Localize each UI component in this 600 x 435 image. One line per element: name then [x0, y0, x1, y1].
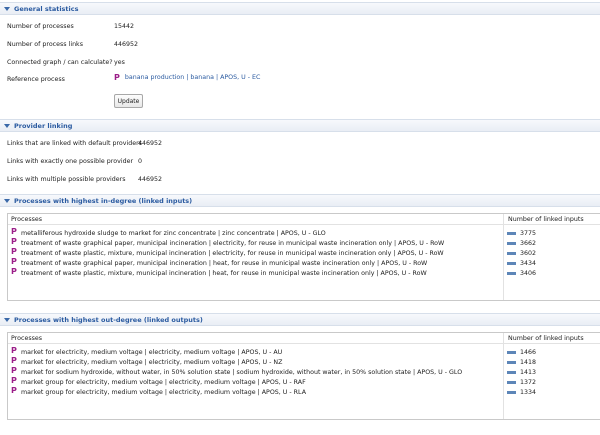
- table-row[interactable]: P market for electricity, medium voltage…: [8, 346, 600, 357]
- reference-process-name[interactable]: banana production | banana | APOS, U - E…: [125, 74, 261, 81]
- count-value: 1418: [520, 358, 537, 366]
- default-providers-value: 446952: [138, 140, 163, 147]
- process-icon: P: [11, 257, 17, 266]
- multiple-providers-label: Links with multiple possible providers: [7, 176, 126, 183]
- section-title: Provider linking: [14, 121, 73, 130]
- num-links-value: 446952: [114, 41, 139, 48]
- process-icon: P: [11, 346, 17, 355]
- process-icon: P: [11, 366, 17, 375]
- section-header-outdegree[interactable]: Processes with highest out-degree (linke…: [0, 313, 600, 326]
- process-name[interactable]: treatment of waste plastic, mixture, mun…: [21, 250, 444, 257]
- table-row[interactable]: P metalliferous hydroxide sludge to mark…: [8, 227, 600, 238]
- count-value: 3602: [520, 249, 537, 257]
- process-name[interactable]: market for sodium hydroxide, without wat…: [21, 369, 462, 376]
- process-name[interactable]: market for electricity, medium voltage |…: [21, 359, 282, 366]
- outdegree-table[interactable]: Processes Number of linked inputs P mark…: [7, 332, 600, 420]
- column-header-processes[interactable]: Processes: [11, 335, 42, 342]
- count-bar: [507, 241, 516, 245]
- process-icon: P: [11, 227, 17, 236]
- count-bar: [507, 380, 516, 384]
- count-bar: [507, 231, 516, 235]
- section-header-general[interactable]: General statistics: [0, 2, 600, 15]
- process-name[interactable]: treatment of waste graphical paper, muni…: [21, 260, 427, 267]
- table-header: Processes Number of linked inputs: [8, 214, 600, 225]
- count-value: 3434: [520, 259, 537, 267]
- section-title: Processes with highest out-degree (linke…: [14, 315, 203, 324]
- indegree-table[interactable]: Processes Number of linked inputs P meta…: [7, 213, 600, 301]
- process-icon: P: [11, 267, 17, 276]
- reference-process-link[interactable]: P banana production | banana | APOS, U -…: [114, 73, 260, 82]
- connected-value: yes: [114, 59, 125, 66]
- num-links-label: Number of process links: [7, 41, 83, 48]
- table-row[interactable]: P market group for electricity, medium v…: [8, 386, 600, 397]
- num-processes-label: Number of processes: [7, 23, 74, 30]
- count-bar: [507, 350, 516, 354]
- collapse-triangle-icon[interactable]: [4, 317, 10, 322]
- count-bar: [507, 261, 516, 265]
- count-bar: [507, 390, 516, 394]
- table-row[interactable]: P market for electricity, medium voltage…: [8, 356, 600, 367]
- process-name[interactable]: market group for electricity, medium vol…: [21, 379, 306, 386]
- table-row[interactable]: P treatment of waste plastic, mixture, m…: [8, 267, 600, 278]
- count-value: 3406: [520, 269, 537, 277]
- column-header-processes[interactable]: Processes: [11, 216, 42, 223]
- count-value: 1334: [520, 388, 537, 396]
- collapse-triangle-icon[interactable]: [4, 123, 10, 128]
- process-icon: P: [114, 73, 120, 82]
- section-title: Processes with highest in-degree (linked…: [14, 196, 193, 205]
- one-provider-label: Links with exactly one possible provider: [7, 158, 134, 165]
- count-value: 3662: [520, 239, 537, 247]
- collapse-triangle-icon[interactable]: [4, 6, 10, 11]
- process-name[interactable]: treatment of waste graphical paper, muni…: [21, 240, 444, 247]
- count-bar: [507, 251, 516, 255]
- update-button[interactable]: Update: [114, 94, 143, 108]
- table-row[interactable]: P treatment of waste graphical paper, mu…: [8, 257, 600, 268]
- one-provider-value: 0: [138, 158, 143, 165]
- table-row[interactable]: P market for sodium hydroxide, without w…: [8, 366, 600, 377]
- process-icon: P: [11, 356, 17, 365]
- count-bar: [507, 271, 516, 275]
- process-name[interactable]: treatment of waste plastic, mixture, mun…: [21, 270, 427, 277]
- count-value: 1413: [520, 368, 537, 376]
- process-icon: P: [11, 237, 17, 246]
- process-name[interactable]: market for electricity, medium voltage |…: [21, 349, 282, 356]
- count-bar: [507, 360, 516, 364]
- process-icon: P: [11, 376, 17, 385]
- default-providers-label: Links that are linked with default provi…: [7, 140, 142, 147]
- count-value: 1372: [520, 378, 537, 386]
- reference-process-label: Reference process: [7, 76, 65, 83]
- count-value: 3775: [520, 229, 537, 237]
- column-header-count[interactable]: Number of linked inputs: [508, 335, 584, 342]
- table-header: Processes Number of linked inputs: [8, 333, 600, 344]
- process-name[interactable]: market group for electricity, medium vol…: [21, 389, 306, 396]
- process-icon: P: [11, 386, 17, 395]
- num-processes-value: 15442: [114, 23, 135, 30]
- section-header-indegree[interactable]: Processes with highest in-degree (linked…: [0, 194, 600, 207]
- column-header-count[interactable]: Number of linked inputs: [508, 216, 584, 223]
- process-icon: P: [11, 247, 17, 256]
- process-name[interactable]: metalliferous hydroxide sludge to market…: [21, 230, 326, 237]
- collapse-triangle-icon[interactable]: [4, 198, 10, 203]
- section-title: General statistics: [14, 4, 79, 13]
- table-row[interactable]: P treatment of waste graphical paper, mu…: [8, 237, 600, 248]
- count-value: 1466: [520, 348, 537, 356]
- table-row[interactable]: P treatment of waste plastic, mixture, m…: [8, 247, 600, 258]
- section-header-linking[interactable]: Provider linking: [0, 119, 600, 132]
- connected-label: Connected graph / can calculate?: [7, 59, 113, 66]
- count-bar: [507, 370, 516, 374]
- table-row[interactable]: P market group for electricity, medium v…: [8, 376, 600, 387]
- multiple-providers-value: 446952: [138, 176, 163, 183]
